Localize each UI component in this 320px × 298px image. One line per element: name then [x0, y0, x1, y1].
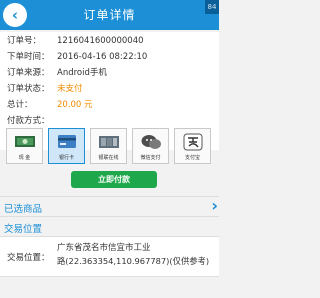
order-time-label: 下单时间： [7, 52, 50, 62]
address-line1: 广东省茂名市信宜市工业 [57, 243, 151, 253]
address-line2: 路(22.363354,110.967787)(仅供参考) [57, 256, 210, 266]
pay-option-label: 银行卡 [58, 155, 74, 161]
bank-card-icon [58, 135, 76, 148]
pay-option-label: 支付宝 [184, 155, 200, 161]
order-status-label: 订单状态： [7, 84, 50, 94]
bottom-spacer [0, 276, 219, 298]
pay-option-cash[interactable]: 现 金 [6, 128, 43, 164]
selected-goods-label: 已选商品 [4, 204, 43, 215]
order-number-value: 1216041600000040 [57, 36, 144, 46]
order-source-value: Android手机 [57, 68, 107, 78]
payment-method-selector: 现 金 银行卡 银联在线 微信支付 支付宝 [0, 128, 219, 166]
pay-option-wechat[interactable]: 微信支付 [132, 128, 169, 164]
alipay-icon [183, 133, 203, 151]
page-title: 订单详情 [83, 8, 136, 22]
pay-option-label: 银联在线 [98, 155, 119, 161]
order-total-label: 总计： [7, 100, 33, 110]
cash-icon [15, 136, 35, 147]
status-indicator: 84 [205, 0, 219, 14]
pay-option-label: 现 金 [18, 155, 31, 161]
pay-option-alipay[interactable]: 支付宝 [174, 128, 211, 164]
unionpay-icon [99, 136, 119, 148]
wechat-pay-icon [141, 135, 161, 149]
pay-now-button[interactable]: 立即付款 [71, 171, 157, 188]
chevron-right-icon[interactable]: › [211, 198, 218, 214]
order-total-value: 20.00 元 [57, 100, 93, 110]
pay-option-unionpay[interactable]: 银联在线 [90, 128, 127, 164]
order-source-label: 订单来源： [7, 68, 50, 78]
pay-option-label: 微信支付 [140, 155, 161, 161]
pay-option-bank-card[interactable]: 银行卡 [48, 128, 85, 164]
address-panel: 交易位置： 广东省茂名市信宜市工业 路(22.363354,110.967787… [0, 236, 219, 276]
payment-method-label: 付款方式： [7, 116, 50, 126]
order-time-value: 2016-04-16 08:22:10 [57, 52, 148, 62]
selected-goods-section[interactable]: 已选商品 › [0, 196, 219, 216]
delivery-location-section: 交易位置 [0, 216, 219, 236]
order-number-label: 订单号： [7, 36, 42, 46]
delivery-location-label: 交易位置 [4, 224, 43, 235]
order-status-value: 未支付 [57, 84, 83, 94]
address-label: 交易位置： [7, 253, 50, 263]
header-bar: ‹ 订单详情 84 [0, 0, 219, 30]
